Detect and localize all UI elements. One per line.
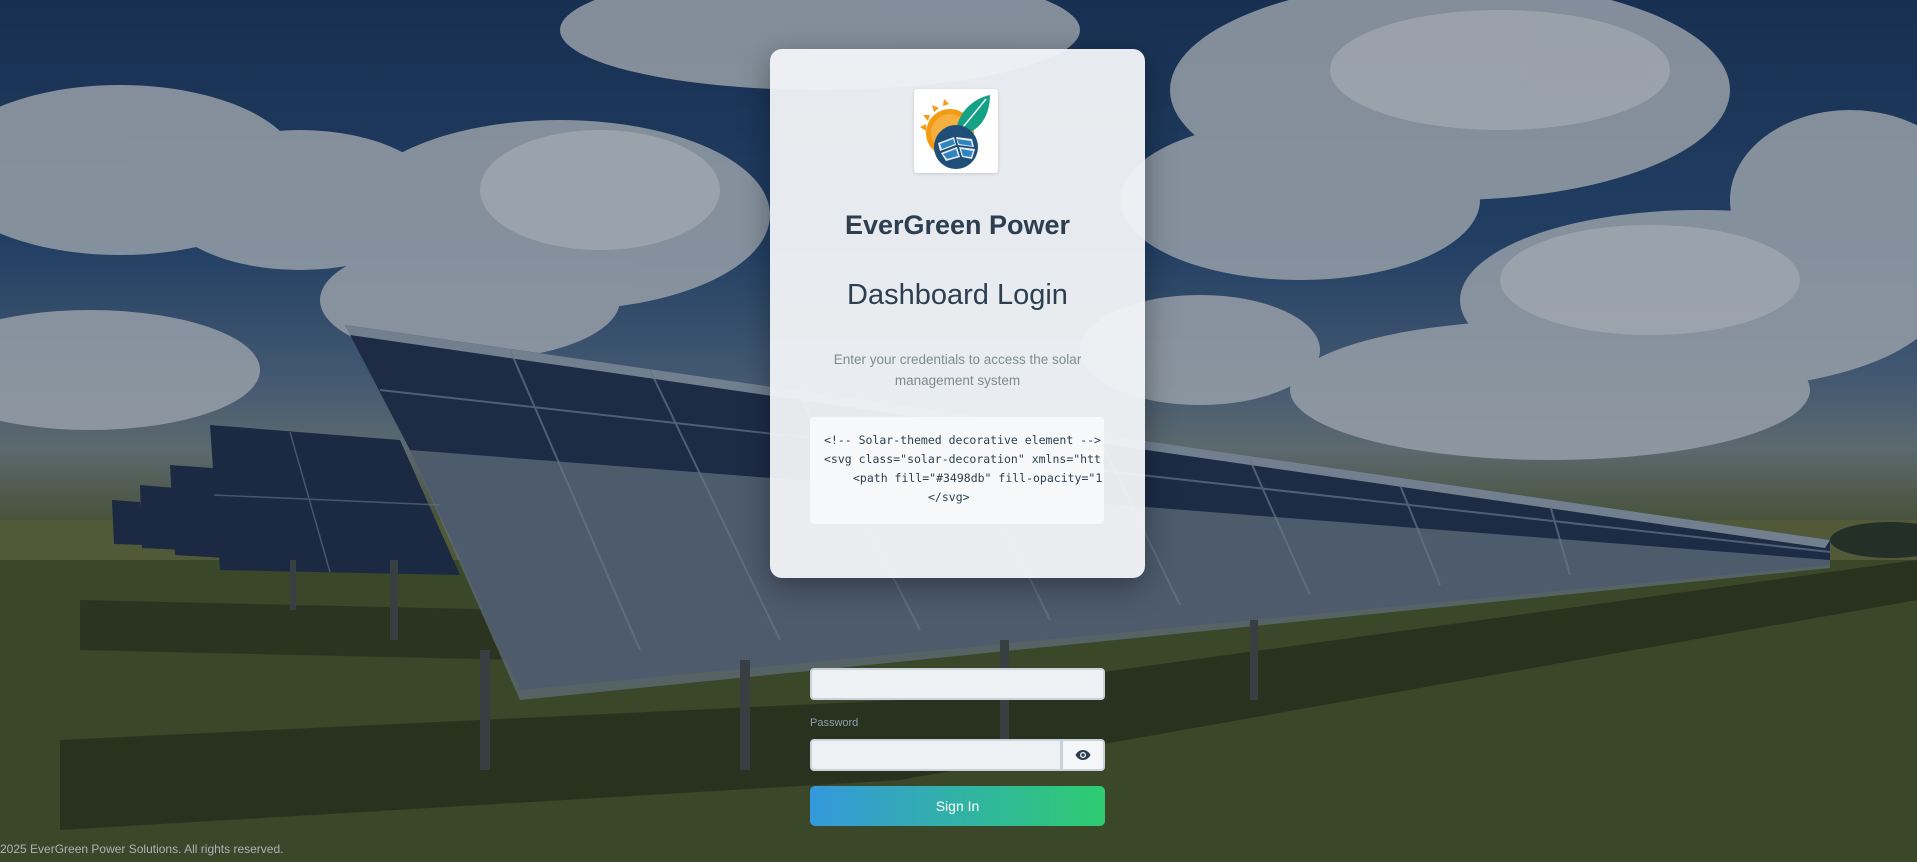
sign-in-button[interactable]: Sign In bbox=[810, 786, 1105, 826]
password-label: Password bbox=[810, 717, 859, 729]
code-line: <svg class="solar-decoration" xmlns="htt bbox=[824, 452, 1101, 466]
brand-name: EverGreen Power bbox=[844, 210, 1071, 240]
footer-copyright: 2025 EverGreen Power Solutions. All righ… bbox=[0, 842, 284, 856]
solar-leaf-logo-icon bbox=[920, 95, 990, 169]
code-line: </svg> bbox=[928, 490, 970, 504]
toggle-password-button[interactable] bbox=[1062, 739, 1105, 771]
code-snippet: <!-- Solar-themed decorative element -->… bbox=[810, 417, 1104, 524]
eye-icon bbox=[1075, 750, 1091, 760]
login-subtitle: Enter your credentials to access the sol… bbox=[833, 352, 1082, 388]
login-card: EverGreen Power Dashboard Login Enter yo… bbox=[770, 49, 1145, 578]
username-input[interactable] bbox=[810, 668, 1105, 700]
code-line: <!-- Solar-themed decorative element --> bbox=[824, 433, 1101, 447]
code-line: <path fill="#3498db" fill-opacity="1 bbox=[853, 471, 1103, 485]
page-title: Dashboard Login bbox=[847, 279, 1068, 311]
password-input[interactable] bbox=[810, 739, 1062, 771]
logo bbox=[914, 89, 998, 173]
